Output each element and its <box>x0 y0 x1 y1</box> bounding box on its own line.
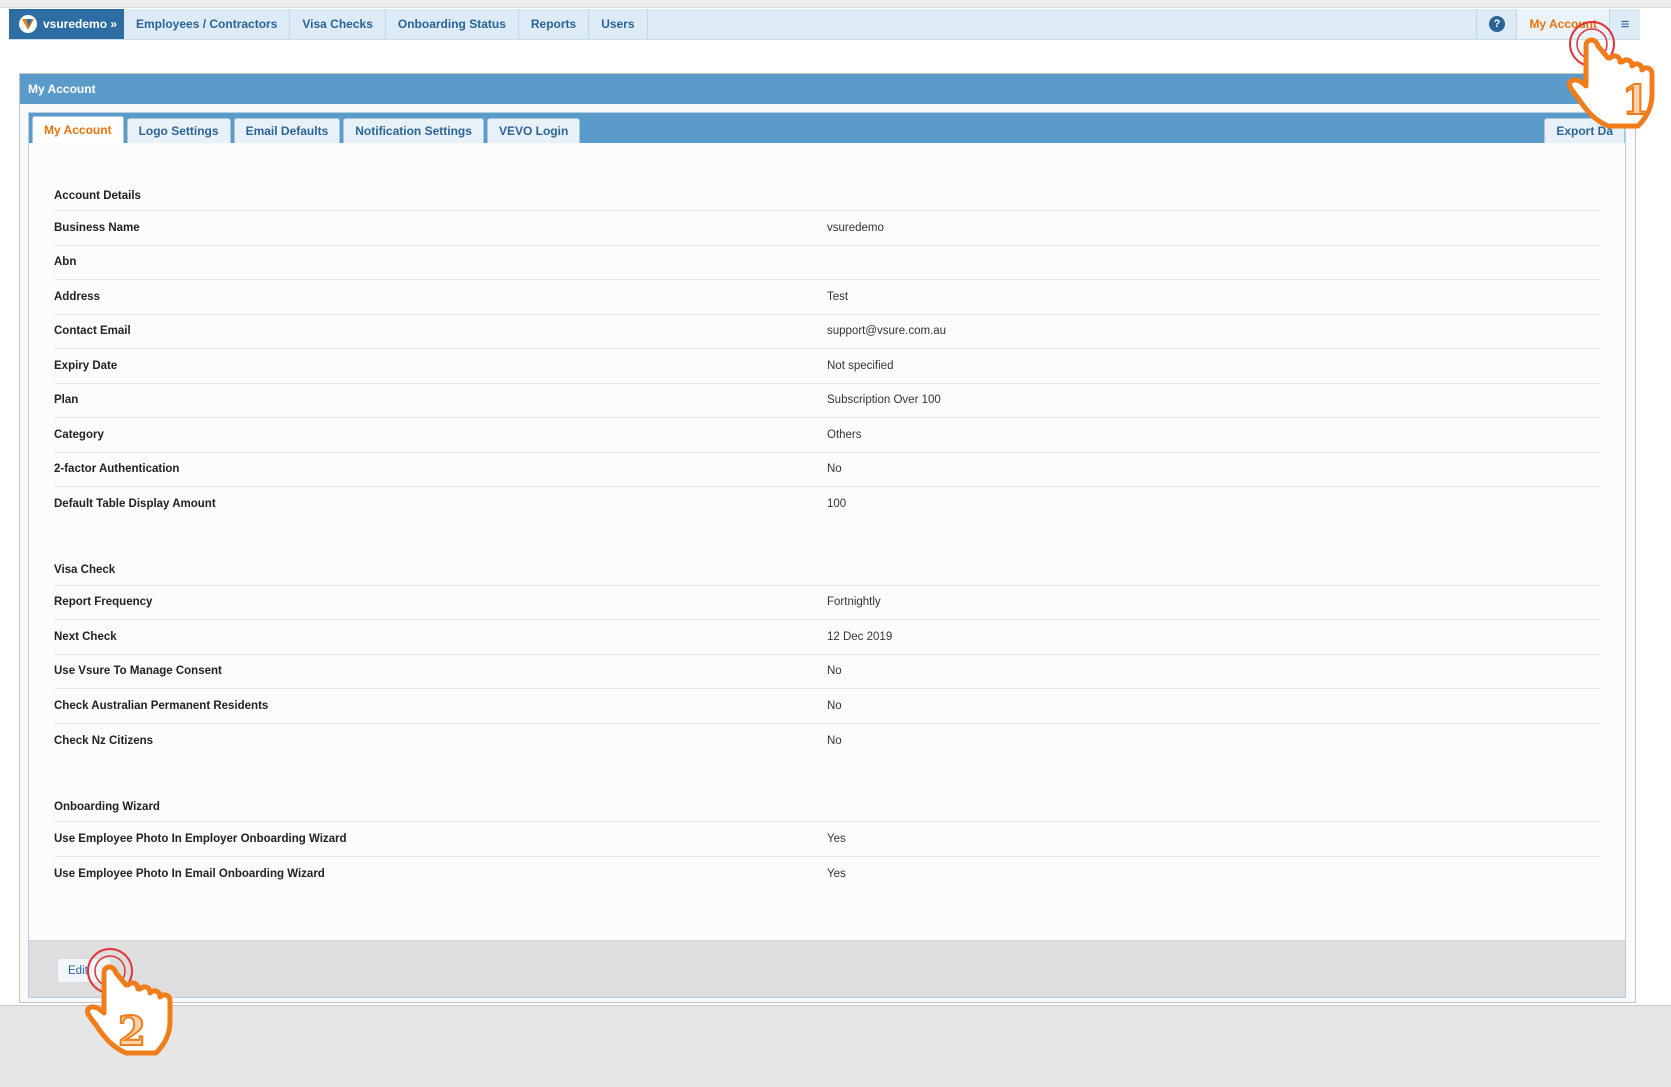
section-title-visa-check: Visa Check <box>54 556 1600 586</box>
detail-row: Report Frequency Fortnightly <box>54 586 1600 620</box>
detail-row: Plan Subscription Over 100 <box>54 384 1600 418</box>
nav-visa-checks[interactable]: Visa Checks <box>290 9 386 39</box>
detail-row: Next Check 12 Dec 2019 <box>54 620 1600 655</box>
detail-row: Abn <box>54 246 1600 280</box>
browser-bottom-strip <box>0 1005 1671 1087</box>
account-details-rows: Business Name vsuredemo Abn Address Test C… <box>54 211 1600 522</box>
row-label: 2-factor Authentication <box>54 463 180 476</box>
row-value: No <box>827 665 842 678</box>
detail-row: Business Name vsuredemo <box>54 211 1600 246</box>
question-circle-icon: ? <box>1488 16 1505 32</box>
row-label: Default Table Display Amount <box>54 498 216 511</box>
row-value: No <box>827 699 842 712</box>
panel-title: My Account <box>20 74 1635 104</box>
detail-row: Default Table Display Amount 100 <box>54 487 1600 522</box>
row-value: No <box>827 734 842 747</box>
tab-email-defaults[interactable]: Email Defaults <box>233 118 341 143</box>
row-value: 12 Dec 2019 <box>827 630 893 643</box>
nav-users[interactable]: Users <box>589 9 648 39</box>
tab-my-account[interactable]: My Account <box>32 116 124 143</box>
row-label: Next Check <box>54 630 117 643</box>
nav-onboarding-status[interactable]: Onboarding Status <box>386 9 519 39</box>
detail-row: Use Vsure To Manage Consent No <box>54 655 1600 689</box>
detail-row: Check Nz Citizens No <box>54 724 1600 759</box>
row-value: support@vsure.com.au <box>827 325 947 338</box>
detail-row: 2-factor Authentication No <box>54 453 1600 487</box>
account-details-content: Account Details Business Name vsuredemo A… <box>54 143 1600 891</box>
row-label: Report Frequency <box>54 596 153 609</box>
top-navbar: vsuredemo » Employees / Contractors Visa… <box>9 9 1640 40</box>
brand-menu[interactable]: vsuredemo » <box>9 9 124 39</box>
row-label: Use Employee Photo In Email Onboarding W… <box>54 867 325 880</box>
row-label: Expiry Date <box>54 359 118 372</box>
tab-container: My Account Logo Settings Email Defaults … <box>28 112 1626 998</box>
pointer-step-1: 1 <box>1622 77 1650 124</box>
row-label: Address <box>54 290 101 303</box>
tutorial-pointer-1-icon: 1 <box>1567 21 1655 129</box>
detail-row: Check Australian Permanent Residents No <box>54 689 1600 724</box>
brand-label: vsuredemo » <box>43 17 118 31</box>
vsure-logo-icon <box>19 15 37 33</box>
detail-row: Category Others <box>54 418 1600 453</box>
row-value: vsuredemo <box>827 221 884 234</box>
row-label: Category <box>54 428 104 441</box>
row-label: Use Employee Photo In Employer Onboardin… <box>54 832 347 845</box>
row-label: Business Name <box>54 221 140 234</box>
row-value: Not specified <box>827 359 894 372</box>
tab-logo-settings[interactable]: Logo Settings <box>126 118 231 143</box>
row-label: Check Nz Citizens <box>54 734 154 747</box>
onboarding-wizard-rows: Use Employee Photo In Employer Onboardin… <box>54 822 1600 891</box>
row-value: Subscription Over 100 <box>827 394 941 407</box>
row-label: Plan <box>54 394 79 407</box>
my-account-panel: My Account My Account Logo Settings Emai… <box>19 73 1636 1003</box>
nav-reports[interactable]: Reports <box>519 9 590 39</box>
detail-row: Use Employee Photo In Email Onboarding W… <box>54 857 1600 892</box>
row-label: Abn <box>54 256 77 269</box>
row-value: No <box>827 463 842 476</box>
row-label: Use Vsure To Manage Consent <box>54 665 222 678</box>
row-value: Test <box>827 290 849 303</box>
detail-row: Expiry Date Not specified <box>54 349 1600 384</box>
tab-vevo-login[interactable]: VEVO Login <box>486 118 581 143</box>
browser-top-strip <box>0 0 1671 8</box>
detail-row: Address Test <box>54 280 1600 315</box>
row-label: Contact Email <box>54 325 131 338</box>
row-value: Yes <box>827 867 846 880</box>
detail-row: Contact Email support@vsure.com.au <box>54 315 1600 349</box>
section-title-onboarding-wizard: Onboarding Wizard <box>54 792 1600 822</box>
visa-check-rows: Report Frequency Fortnightly Next Check 12… <box>54 586 1600 759</box>
pointer-step-2: 2 <box>118 1008 146 1055</box>
section-title-account-details: Account Details <box>54 181 1600 211</box>
nav-employees-contractors[interactable]: Employees / Contractors <box>124 9 291 39</box>
row-label: Check Australian Permanent Residents <box>54 699 269 712</box>
row-value: Yes <box>827 832 846 845</box>
row-value: Fortnightly <box>827 596 881 609</box>
detail-row: Use Employee Photo In Employer Onboardin… <box>54 822 1600 857</box>
tab-notification-settings[interactable]: Notification Settings <box>343 118 484 143</box>
panel-footer: Edit <box>29 940 1625 997</box>
help-button[interactable]: ? <box>1477 9 1518 39</box>
row-value: Others <box>827 428 862 441</box>
row-value: 100 <box>827 498 847 511</box>
tutorial-pointer-2-icon: 2 <box>85 948 173 1056</box>
tab-bar: My Account Logo Settings Email Defaults … <box>29 113 1625 143</box>
nav-spacer <box>648 9 1478 39</box>
